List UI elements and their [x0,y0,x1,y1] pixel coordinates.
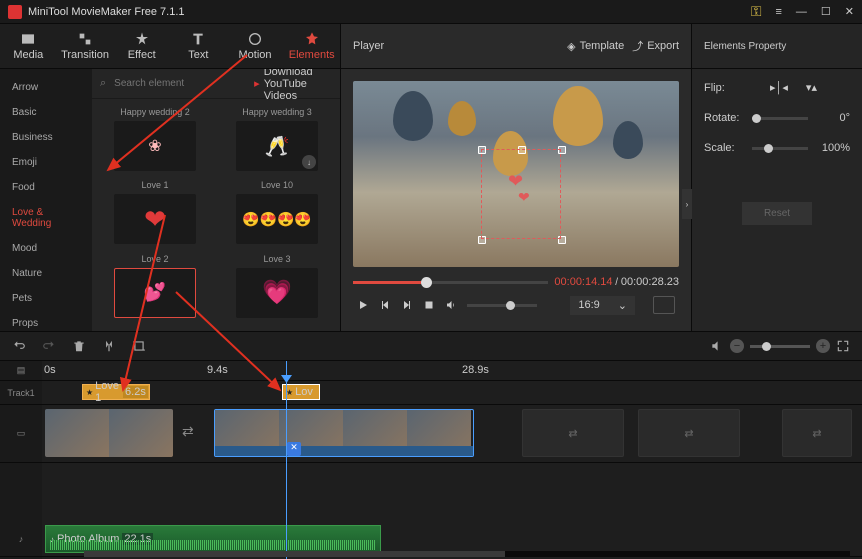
play-icon[interactable] [357,299,369,311]
element-love-10[interactable]: Love 10😍😍😍😍 [218,180,336,249]
download-youtube-link[interactable]: ▸Download YouTube Videos [254,69,332,102]
menu-icon[interactable]: ≡ [775,6,781,18]
scale-value: 100% [818,142,850,154]
template-icon: ◈ [567,40,575,53]
zoom-slider[interactable] [750,345,810,348]
selection-box[interactable] [481,149,561,239]
video-track-icon: ▭ [0,405,42,463]
split-icon[interactable] [102,339,116,353]
titlebar: MiniTool MovieMaker Free 7.1.1 ⚿ ≡ — ☐ ✕ [0,0,862,24]
scale-label: Scale: [704,142,742,154]
volume-slider[interactable] [467,304,537,307]
audio-track-icon: ♪ [0,521,42,557]
track1-label: Track1 [0,381,42,405]
tab-motion[interactable]: Motion [227,24,284,68]
undo-icon[interactable] [12,339,26,353]
horizontal-scrollbar[interactable] [84,551,850,557]
element-love-2[interactable]: Love 2💕 [96,254,214,323]
close-icon[interactable]: ✕ [845,5,854,18]
video-clip-2[interactable]: ✕ [214,409,474,457]
tab-text[interactable]: Text [170,24,227,68]
category-list: Arrow Basic Business Emoji Food Love & W… [0,69,92,331]
flip-horizontal-icon[interactable]: ▸│◂ [770,81,788,94]
rotate-value: 0° [818,112,850,124]
zoom-out-icon[interactable]: − [730,339,744,353]
search-icon: ⌕ [100,77,106,90]
element-happy-wedding-3[interactable]: Happy wedding 3🥂↓ [218,107,336,176]
next-icon[interactable] [401,299,413,311]
cat-arrow[interactable]: Arrow [0,75,92,100]
flip-label: Flip: [704,82,742,94]
zoom-fit-icon[interactable] [836,339,850,353]
chevron-down-icon: ⌄ [618,299,627,312]
tab-media[interactable]: Media [0,24,57,68]
reset-button[interactable]: Reset [742,202,812,225]
aspect-ratio-select[interactable]: 16:9⌄ [570,296,635,315]
cat-props[interactable]: Props [0,311,92,331]
app-logo [8,5,22,19]
clip-love-2[interactable]: ★Lov [282,384,320,400]
cat-mood[interactable]: Mood [0,236,92,261]
zoom-in-icon[interactable]: + [816,339,830,353]
cat-pets[interactable]: Pets [0,286,92,311]
crop-icon[interactable] [132,339,146,353]
key-icon[interactable]: ⚿ [751,3,762,20]
export-icon: ⤴ [632,38,643,54]
timecode: 00:00:14.14 / 00:00:28.23 [554,276,679,288]
player-title: Player [353,40,559,52]
delete-icon[interactable] [72,339,86,353]
tab-effect[interactable]: Effect [113,24,170,68]
clip-love-1[interactable]: ★Love 16.2s [82,384,150,400]
cat-business[interactable]: Business [0,125,92,150]
progress-bar[interactable] [353,281,548,284]
search-input[interactable] [114,78,246,89]
playhead[interactable] [286,361,287,559]
volume-icon[interactable] [445,299,457,311]
video-preview[interactable]: ❤ ❤ [353,81,679,267]
video-track[interactable]: ⇄ ✕ ⇄ ⇄ ⇄ [42,405,862,463]
transition-icon[interactable]: ⇄ [182,423,194,440]
rotate-label: Rotate: [704,112,742,124]
cat-basic[interactable]: Basic [0,100,92,125]
empty-slot-2[interactable]: ⇄ [638,409,740,457]
audio-clip[interactable]: ♪Photo Album22.1s [45,525,381,553]
minimize-icon[interactable]: — [796,6,807,18]
video-clip-1[interactable] [45,409,173,457]
collapse-panel-icon[interactable]: › [682,189,692,219]
template-button[interactable]: ◈Template [567,40,624,53]
element-grid: Happy wedding 2❀ Happy wedding 3🥂↓ Love … [92,99,340,331]
flip-vertical-icon[interactable]: ▾▴ [806,81,817,94]
speaker-icon[interactable] [710,339,724,353]
rotate-slider[interactable] [752,117,808,120]
maximize-icon[interactable]: ☐ [821,5,831,18]
element-track[interactable]: ★Love 16.2s ★Lov [42,381,862,405]
cat-emoji[interactable]: Emoji [0,150,92,175]
element-happy-wedding-2[interactable]: Happy wedding 2❀ [96,107,214,176]
tab-elements[interactable]: Elements [283,24,340,68]
stop-icon[interactable] [423,299,435,311]
time-ruler[interactable]: 0s 9.4s 28.9s [42,361,862,381]
timeline-toolbar: − + [0,331,862,361]
export-button[interactable]: ⤴Export [632,38,679,54]
cat-love-wedding[interactable]: Love & Wedding [0,200,92,236]
prev-icon[interactable] [379,299,391,311]
element-love-3[interactable]: Love 3💗 [218,254,336,323]
properties-title: Elements Property [692,24,862,69]
snapshot-button[interactable] [653,296,675,314]
redo-icon[interactable] [42,339,56,353]
main-toolbar: Media Transition Effect Text Motion Elem… [0,24,340,69]
timeline-menu-icon[interactable]: ▤ [0,361,42,381]
empty-slot-3[interactable]: ⇄ [782,409,852,457]
download-icon[interactable]: ↓ [302,155,316,169]
progress-handle[interactable] [421,277,432,288]
cat-nature[interactable]: Nature [0,261,92,286]
scale-slider[interactable] [752,147,808,150]
empty-slot-1[interactable]: ⇄ [522,409,624,457]
element-love-1[interactable]: Love 1❤ [96,180,214,249]
tab-transition[interactable]: Transition [57,24,114,68]
cat-food[interactable]: Food [0,175,92,200]
app-title: MiniTool MovieMaker Free 7.1.1 [28,6,751,18]
